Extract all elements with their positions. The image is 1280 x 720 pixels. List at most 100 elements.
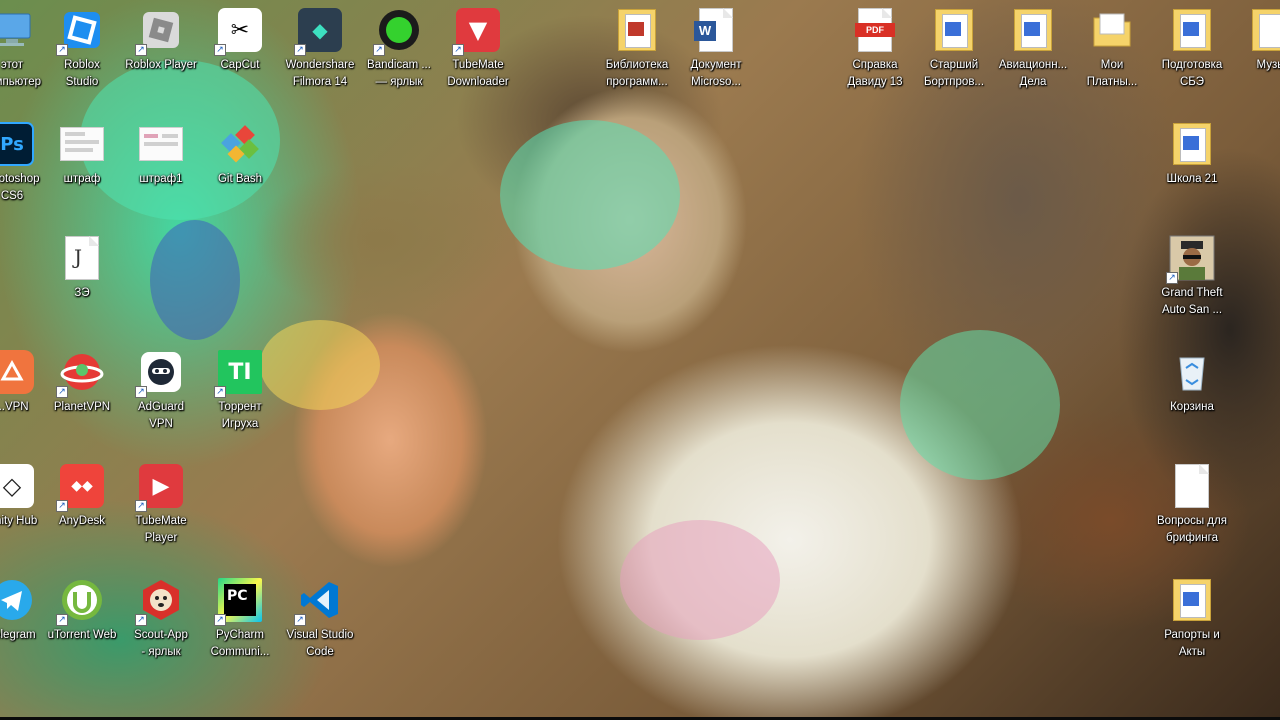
desktop-icon-label: Grand Theft Auto San ... (1161, 287, 1223, 316)
shortcut-arrow-icon: ↗ (135, 614, 147, 626)
computer-icon (0, 6, 36, 54)
shortcut-arrow-icon: ↗ (214, 386, 226, 398)
paint-splash (900, 330, 1060, 480)
folder-document-icon (1009, 6, 1057, 54)
desktop-icon-tubemate-player[interactable]: ▶ ↗ TubeMate Player (119, 458, 203, 558)
desktop-icon-planetvpn[interactable]: ↗ PlanetVPN (40, 344, 124, 444)
desktop-icon-label: Git Bash (217, 173, 263, 185)
desktop-icon-label: PlanetVPN (53, 401, 111, 413)
git-bash-icon (216, 120, 264, 168)
paint-splash (620, 520, 780, 640)
folder-document-icon (1168, 6, 1216, 54)
paint-splash (500, 120, 680, 270)
desktop-icon-senior-flight-attendant[interactable]: Старший Бортпров... (912, 2, 996, 102)
desktop-icon-ze[interactable]: J ЗЭ (40, 230, 124, 330)
image-file-icon (137, 120, 185, 168)
folder-icon (1247, 6, 1280, 54)
desktop-icon-filmora[interactable]: ◆ ↗ Wondershare Filmora 14 (278, 2, 362, 102)
telegram-icon (0, 576, 36, 624)
desktop-icon-fine[interactable]: штраф (40, 116, 124, 216)
desktop-icon-label: Документ Microso... (690, 59, 742, 88)
vscode-icon: ↗ (294, 576, 344, 626)
desktop-icon-utorrent-web[interactable]: ↗ uTorrent Web (40, 572, 124, 672)
desktop-icon-recycle-bin[interactable]: Корзина (1150, 344, 1234, 444)
shortcut-arrow-icon: ↗ (56, 44, 68, 56)
word-document-icon: W (692, 6, 740, 54)
desktop-icon-capcut[interactable]: ✂ ↗ CapCut (198, 2, 282, 102)
desktop-icon-fine1[interactable]: штраф1 (119, 116, 203, 216)
desktop-icon-sbe-preparation[interactable]: Подготовка СБЭ (1150, 2, 1234, 102)
shortcut-arrow-icon: ↗ (135, 44, 147, 56)
desktop-icon-label: Музы (1256, 59, 1280, 71)
desktop-icon-pdf-certificate[interactable]: PDF Справка Давиду 13 (833, 2, 917, 102)
desktop-icon-tubemate-downloader[interactable]: ▼ ↗ TubeMate Downloader (436, 2, 520, 102)
desktop-icon-label: AdGuard VPN (137, 401, 185, 430)
anydesk-icon: ◆◆ ↗ (56, 462, 106, 512)
desktop-icon-school-21[interactable]: Школа 21 (1150, 116, 1234, 216)
desktop-icon-label: ЗЭ (74, 287, 90, 299)
shortcut-arrow-icon: ↗ (1166, 272, 1178, 284)
desktop-icon-label: TubeMate Player (135, 515, 187, 544)
pdf-file-icon: PDF (851, 6, 899, 54)
shortcut-arrow-icon: ↗ (135, 386, 147, 398)
folder-icon (1088, 6, 1136, 54)
desktop-icon-roblox-studio[interactable]: ↗ Roblox Studio (40, 2, 124, 102)
shortcut-arrow-icon: ↗ (294, 614, 306, 626)
desktop-icon-library[interactable]: Библиотека программ... (595, 2, 679, 102)
roblox-studio-icon: ↗ (56, 6, 106, 56)
desktop-icon-word-document[interactable]: W Документ Microso... (674, 2, 758, 102)
folder-document-icon (930, 6, 978, 54)
desktop-icon-roblox-player[interactable]: ↗ Roblox Player (119, 2, 203, 102)
desktop-icon-label: Авиационн... Дела (998, 59, 1068, 88)
desktop-icon-git-bash[interactable]: Git Bash (198, 116, 282, 216)
desktop-icon-label: Старший Бортпров... (923, 59, 985, 88)
desktop-icon-aviation-cases[interactable]: Авиационн... Дела (991, 2, 1075, 102)
desktop-icon-label: Рапорты и Акты (1164, 629, 1220, 658)
desktop-icon-label: AnyDesk (58, 515, 106, 527)
desktop-icon-label: CapCut (220, 59, 260, 71)
filmora-icon: ◆ ↗ (294, 6, 344, 56)
desktop-icon-reports-and-acts[interactable]: Рапорты и Акты (1150, 572, 1234, 672)
desktop-icon-label: Справка Давиду 13 (847, 59, 903, 88)
torrent-igruha-icon: TI ↗ (214, 348, 264, 398)
desktop-icon-label: Roblox Player (125, 59, 197, 71)
capcut-icon: ✂ ↗ (214, 6, 264, 56)
desktop-icon-torrent-igruha[interactable]: TI ↗ Торрент Игруха (198, 344, 282, 444)
desktop-icon-my-payments[interactable]: Мои Платны... (1070, 2, 1154, 102)
desktop-icon-vscode[interactable]: ↗ Visual Studio Code (278, 572, 362, 672)
desktop-icon-pycharm[interactable]: PC ↗ PyCharm Communi... (198, 572, 282, 672)
shortcut-arrow-icon: ↗ (452, 44, 464, 56)
image-file-icon (58, 120, 106, 168)
desktop-icon-bandicam[interactable]: ↗ Bandicam ... — ярлык (357, 2, 441, 102)
desktop-icon-adguard-vpn[interactable]: ↗ AdGuard VPN (119, 344, 203, 444)
desktop-icon-label: uTorrent Web (47, 629, 117, 641)
gta-san-andreas-icon: ↗ (1166, 234, 1216, 284)
text-file-icon: J (58, 234, 106, 282)
library-document-icon (613, 6, 661, 54)
desktop-icon-scout-app[interactable]: ↗ Scout-App - ярлык (119, 572, 203, 672)
shortcut-arrow-icon: ↗ (56, 614, 68, 626)
paint-splash (150, 220, 240, 340)
desktop-icon-label: PyCharm Communi... (210, 629, 270, 658)
desktop-icon-gta-san-andreas[interactable]: ↗ Grand Theft Auto San ... (1150, 230, 1234, 330)
desktop-icon-anydesk[interactable]: ◆◆ ↗ AnyDesk (40, 458, 124, 558)
desktop-icon-label: Wondershare Filmora 14 (285, 59, 355, 88)
shortcut-arrow-icon: ↗ (294, 44, 306, 56)
folder-document-icon (1168, 120, 1216, 168)
planetvpn-icon: ↗ (56, 348, 106, 398)
text-file-icon (1168, 462, 1216, 510)
desktop-icon-label: Корзина (1170, 401, 1214, 413)
recycle-bin-icon (1168, 348, 1216, 396)
desktop-icon-music[interactable]: Музы (1229, 2, 1280, 102)
bandicam-icon: ↗ (373, 6, 423, 56)
desktop-icon-label: штраф (63, 173, 101, 185)
desktop-icon-label: Подготовка СБЭ (1161, 59, 1223, 88)
desktop-icon-briefing-questions[interactable]: Вопросы для брифинга (1150, 458, 1234, 558)
shortcut-arrow-icon: ↗ (214, 44, 226, 56)
desktop-icon-label: Scout-App - ярлык (134, 629, 188, 658)
pycharm-icon: PC ↗ (214, 576, 264, 626)
tubemate-player-icon: ▶ ↗ (135, 462, 185, 512)
desktop-icon-label: TubeMate Downloader (447, 59, 509, 88)
adguard-vpn-icon: ↗ (135, 348, 185, 398)
folder-document-icon (1168, 576, 1216, 624)
